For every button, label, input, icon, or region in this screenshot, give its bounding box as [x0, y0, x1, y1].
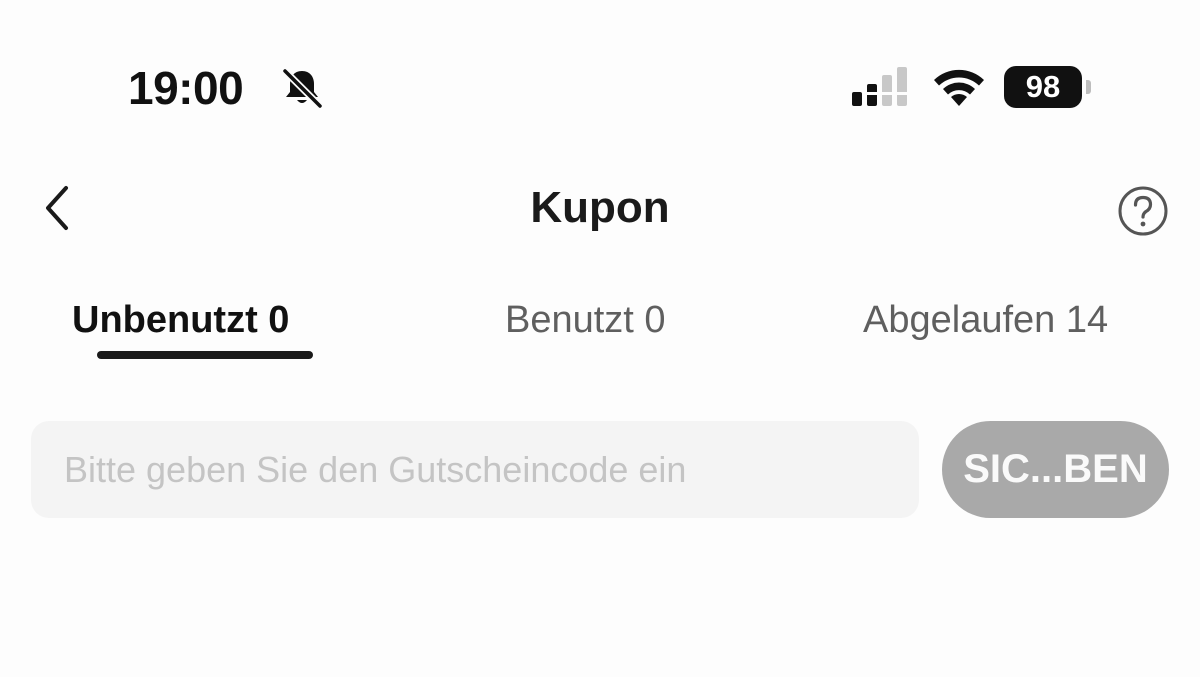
- wifi-icon: [934, 69, 984, 106]
- help-button[interactable]: [1116, 184, 1170, 238]
- active-tab-indicator: [97, 351, 313, 359]
- battery-cap: [1086, 80, 1091, 94]
- battery-icon: 98: [1004, 66, 1094, 110]
- submit-coupon-button[interactable]: SIC...BEN: [942, 421, 1169, 518]
- tab-unused[interactable]: Unbenutzt 0: [72, 292, 289, 348]
- page-title: Kupon: [530, 183, 670, 232]
- chevron-left-icon: [46, 186, 68, 230]
- status-time: 19:00: [128, 62, 244, 114]
- coupon-screen: 19:00 98 Kupon Unbenutzt 0 Benutzt 0 Abg…: [0, 0, 1200, 677]
- back-button[interactable]: [36, 180, 84, 236]
- bell-slash-icon: [281, 67, 324, 110]
- status-bar: 19:00 98: [0, 0, 1200, 140]
- tab-expired[interactable]: Abgelaufen 14: [863, 292, 1108, 348]
- question-circle-icon: [1118, 186, 1168, 236]
- cellular-signal-icon: [852, 67, 907, 106]
- battery-level: 98: [1025, 69, 1061, 104]
- tab-used[interactable]: Benutzt 0: [505, 292, 666, 348]
- coupon-code-input[interactable]: [31, 421, 919, 518]
